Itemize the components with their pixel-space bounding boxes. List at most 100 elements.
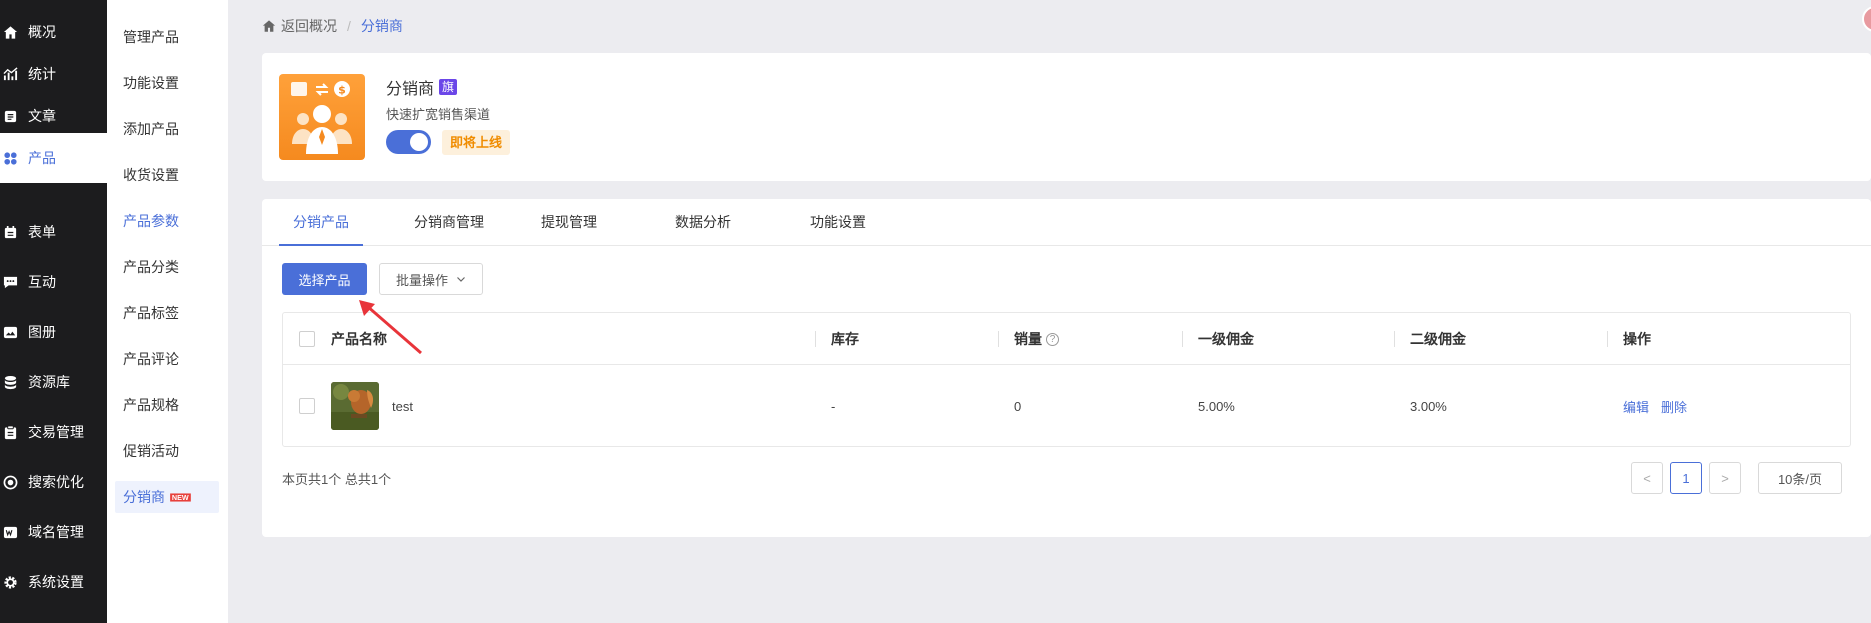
- col-stock: 库存: [815, 313, 859, 365]
- product-subnav: 管理产品 功能设置 添加产品 收货设置 产品参数 产品分类 产品标签 产品评论 …: [107, 0, 228, 623]
- clipboard-icon: [2, 424, 18, 440]
- gear-icon: [2, 574, 18, 590]
- sidebar-item-label: 资源库: [28, 374, 70, 390]
- new-badge: NEW: [170, 492, 191, 502]
- row-checkbox[interactable]: [299, 398, 315, 414]
- subnav-item[interactable]: 促销活动: [115, 435, 219, 467]
- product-name-cell: test: [331, 365, 413, 447]
- breadcrumb: 返回概况 / 分销商: [262, 16, 403, 36]
- chat-icon: [2, 274, 18, 290]
- edit-link[interactable]: 编辑: [1623, 397, 1649, 416]
- tab-data-analysis[interactable]: 数据分析: [668, 199, 738, 246]
- sidebar-item-resources[interactable]: 资源库: [0, 357, 107, 407]
- status-badge: 即将上线: [442, 130, 511, 155]
- help-icon[interactable]: ?: [1046, 332, 1059, 346]
- table-header: 产品名称 库存 销量? 一级佣金 二级佣金 操作: [283, 313, 1850, 365]
- sidebar-item-forms[interactable]: 表单: [0, 207, 107, 257]
- sidebar-item-label: 图册: [28, 324, 56, 340]
- app-info-card: $ 分销商 旗 快速扩宽销售渠道 即将上线: [262, 53, 1871, 181]
- column-divider: [815, 331, 816, 347]
- col-level2-label: 二级佣金: [1410, 331, 1466, 347]
- page-1-button[interactable]: 1: [1670, 462, 1702, 494]
- sidebar-item-label: 交易管理: [28, 424, 84, 440]
- sidebar-item-label: 互动: [28, 274, 56, 290]
- distributor-panel: 分销产品 分销商管理 提现管理 数据分析 功能设置 选择产品 批量操作 产品名称…: [262, 199, 1871, 537]
- chevron-down-icon: [456, 274, 466, 284]
- column-divider: [1607, 331, 1608, 347]
- select-all-checkbox[interactable]: [299, 331, 315, 347]
- home-icon: [2, 24, 18, 40]
- pagination-summary: 本页共1个 总共1个: [282, 472, 392, 487]
- app-title-row: 分销商 旗: [386, 75, 458, 99]
- breadcrumb-current: 分销商: [360, 18, 403, 34]
- page-size-select[interactable]: 10条/页: [1758, 462, 1842, 494]
- col-actions-label: 操作: [1623, 331, 1651, 347]
- subnav-item[interactable]: 功能设置: [115, 67, 219, 99]
- avatar[interactable]: [1862, 6, 1871, 32]
- sidebar-item-label: 概况: [28, 24, 56, 40]
- subnav-item[interactable]: 收货设置: [115, 159, 219, 191]
- sidebar-item-trade[interactable]: 交易管理: [0, 407, 107, 457]
- col-actions: 操作: [1607, 313, 1651, 365]
- app-title: 分销商: [386, 81, 435, 98]
- prev-page-button[interactable]: <: [1631, 462, 1663, 494]
- sidebar-item-label: 域名管理: [28, 524, 84, 540]
- row-checkbox-cell: [299, 365, 315, 447]
- tab-bar: 分销产品 分销商管理 提现管理 数据分析 功能设置: [262, 199, 1871, 246]
- tab-distribution-products[interactable]: 分销产品: [279, 199, 363, 246]
- batch-action-dropdown[interactable]: 批量操作: [379, 263, 483, 295]
- sidebar-item-label: 表单: [28, 224, 56, 240]
- tab-withdrawal-management[interactable]: 提现管理: [534, 199, 604, 246]
- delete-link[interactable]: 删除: [1661, 397, 1687, 416]
- subnav-item[interactable]: 产品规格: [115, 389, 219, 421]
- breadcrumb-back-link[interactable]: 返回概况: [281, 16, 337, 36]
- sidebar-item-label: 文章: [28, 108, 56, 124]
- sidebar-item-settings[interactable]: 系统设置: [0, 557, 107, 607]
- grid-icon: [2, 150, 18, 166]
- sidebar-item-interaction[interactable]: 互动: [0, 257, 107, 307]
- column-divider: [1182, 331, 1183, 347]
- subnav-item-label: 分销商: [123, 489, 165, 505]
- subnav-item[interactable]: 管理产品: [115, 21, 219, 53]
- column-divider: [1394, 331, 1395, 347]
- main-sidebar: 概况 统计 文章 产品 表单 互动 图册 资源库 交易管理 搜索优化 域名管理: [0, 0, 107, 623]
- app-enable-toggle[interactable]: [386, 130, 431, 154]
- tab-function-settings[interactable]: 功能设置: [800, 199, 876, 246]
- subnav-item-distributor[interactable]: 分销商 NEW: [115, 481, 219, 513]
- next-page-button[interactable]: >: [1709, 462, 1741, 494]
- product-thumbnail[interactable]: [331, 382, 379, 430]
- subnav-item[interactable]: 产品分类: [115, 251, 219, 283]
- sidebar-item-seo[interactable]: 搜索优化: [0, 457, 107, 507]
- col-level1-label: 一级佣金: [1198, 331, 1254, 347]
- sidebar-item-domain[interactable]: 域名管理: [0, 507, 107, 557]
- sidebar-item-gallery[interactable]: 图册: [0, 307, 107, 357]
- sidebar-item-label: 统计: [28, 66, 56, 82]
- level1-commission-cell: 5.00%: [1198, 398, 1235, 414]
- select-all-checkbox-cell: [299, 313, 315, 365]
- subnav-item[interactable]: 产品参数: [115, 205, 219, 237]
- actions-cell: 编辑 删除: [1623, 365, 1699, 447]
- article-icon: [2, 108, 18, 124]
- sidebar-item-label: 产品: [28, 150, 56, 166]
- database-icon: [2, 374, 18, 390]
- breadcrumb-separator: /: [347, 18, 351, 34]
- subnav-item[interactable]: 产品评论: [115, 343, 219, 375]
- subnav-item[interactable]: 产品标签: [115, 297, 219, 329]
- subnav-item[interactable]: 添加产品: [115, 113, 219, 145]
- home-icon: [262, 19, 276, 33]
- image-icon: [2, 324, 18, 340]
- chart-icon: [2, 66, 18, 82]
- svg-text:$: $: [338, 84, 346, 97]
- sidebar-item-label: 系统设置: [28, 574, 84, 590]
- distributor-logo-icon: $: [279, 74, 365, 160]
- batch-action-label: 批量操作: [395, 272, 448, 288]
- sidebar-item-products[interactable]: 产品: [0, 133, 107, 183]
- stock-cell: -: [831, 398, 836, 414]
- col-stock-label: 库存: [831, 331, 859, 347]
- select-product-button[interactable]: 选择产品: [282, 263, 367, 295]
- col-level2-commission: 二级佣金: [1394, 313, 1466, 365]
- target-icon: [2, 474, 18, 490]
- column-divider: [998, 331, 999, 347]
- tab-distributor-management[interactable]: 分销商管理: [397, 199, 501, 246]
- product-table: 产品名称 库存 销量? 一级佣金 二级佣金 操作 test - 0 5.00% …: [282, 312, 1851, 447]
